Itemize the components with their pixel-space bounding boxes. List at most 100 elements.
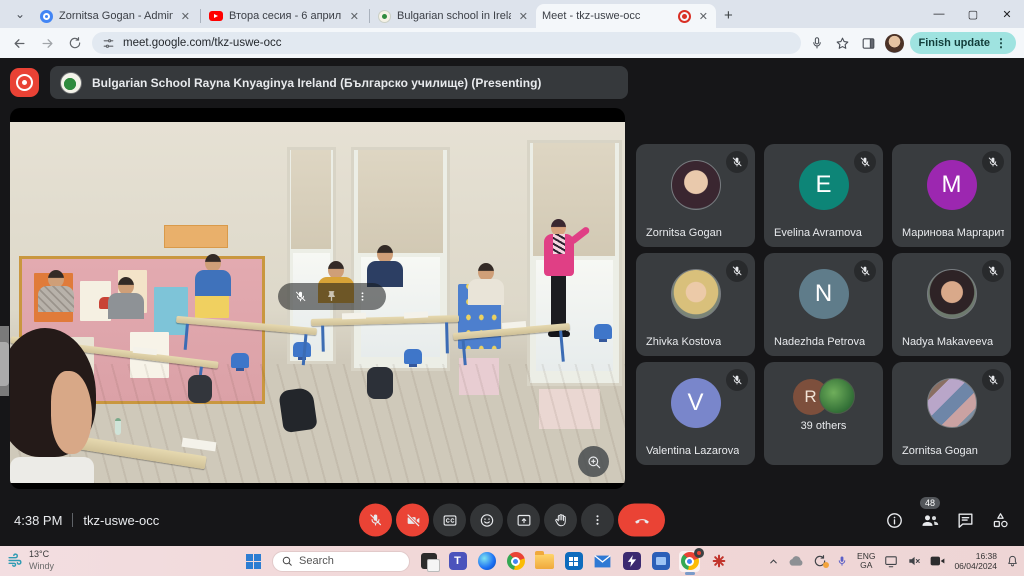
reload-button[interactable]: [64, 32, 86, 54]
main-video-tile[interactable]: [10, 108, 625, 489]
avatar-initial: N: [799, 269, 849, 319]
browser-profile-avatar[interactable]: [885, 34, 904, 53]
teacher-figure: [542, 219, 576, 337]
mic-off-icon: [854, 260, 876, 282]
left-edge-scroll-fragment: [0, 342, 9, 386]
avatar-initial: M: [927, 160, 977, 210]
participant-tile[interactable]: Zornitsa Gogan: [636, 144, 755, 247]
browser-toolbar: meet.google.com/tkz-uswe-occ Finish upda…: [0, 28, 1024, 58]
notifications-bell-icon[interactable]: [1006, 554, 1019, 568]
participant-tile[interactable]: Zhivka Kostova: [636, 253, 755, 356]
mail-app-icon[interactable]: [592, 551, 613, 572]
task-view-button[interactable]: [418, 551, 439, 572]
mic-toggle-button[interactable]: [359, 504, 392, 537]
file-explorer-icon[interactable]: [534, 551, 555, 572]
tab-admin-console[interactable]: Zornitsa Gogan - Admin Consol ✕: [34, 4, 198, 28]
camera-in-use-icon[interactable]: [930, 555, 945, 567]
tab-close-icon[interactable]: ✕: [348, 10, 361, 23]
student-figure: [38, 270, 74, 312]
end-call-button[interactable]: [618, 504, 665, 537]
mic-off-icon[interactable]: [294, 290, 307, 303]
chrome-app-icon[interactable]: [505, 551, 526, 572]
participant-tile[interactable]: Zornitsa Gogan: [892, 362, 1011, 465]
window-controls: — ▢ ✕: [922, 0, 1024, 28]
window-minimize-button[interactable]: —: [922, 0, 956, 28]
voice-search-icon[interactable]: [807, 33, 827, 53]
tab-youtube-session[interactable]: Втора сесия - 6 април от 17.30 ✕: [203, 4, 367, 28]
pin-icon[interactable]: [325, 290, 338, 303]
taskbar-search[interactable]: Search: [272, 551, 410, 572]
raise-hand-button[interactable]: [544, 504, 577, 537]
back-button[interactable]: [8, 32, 30, 54]
site-settings-icon[interactable]: [102, 37, 115, 50]
address-bar[interactable]: meet.google.com/tkz-uswe-occ: [92, 32, 801, 54]
sync-icon[interactable]: [813, 554, 827, 568]
window-maximize-button[interactable]: ▢: [956, 0, 990, 28]
tab-title: Zornitsa Gogan - Admin Consol: [59, 10, 173, 22]
zoom-in-button[interactable]: [578, 446, 609, 477]
microphone-in-use-icon[interactable]: [836, 555, 848, 567]
onedrive-icon[interactable]: [788, 555, 804, 567]
volume-muted-icon[interactable]: [907, 554, 921, 568]
tab-close-icon[interactable]: ✕: [179, 10, 192, 23]
chrome-active-app-icon[interactable]: [679, 551, 700, 572]
forward-button[interactable]: [36, 32, 58, 54]
avatar-photo: [927, 269, 977, 319]
new-tab-button[interactable]: +: [724, 7, 733, 24]
chat-panel-button[interactable]: [956, 511, 975, 530]
participant-tile[interactable]: E Evelina Avramova: [764, 144, 883, 247]
finish-update-button[interactable]: Finish update ⋮: [910, 32, 1017, 54]
teams-app-icon[interactable]: T: [447, 551, 468, 572]
window-close-button[interactable]: ✕: [990, 0, 1024, 28]
participant-tile[interactable]: Nadya Makaveeva: [892, 253, 1011, 356]
more-options-button[interactable]: [581, 504, 614, 537]
camera-toggle-button[interactable]: [396, 504, 429, 537]
others-count-label: 39 others: [764, 420, 883, 432]
scene-floor: [10, 364, 625, 483]
participant-name: Маринова Маргарита: [902, 227, 1004, 239]
overflow-participants-tile[interactable]: R 39 others: [764, 362, 883, 465]
scene-backpack: [367, 367, 393, 399]
participant-name: Evelina Avramova: [774, 227, 862, 239]
people-panel-button[interactable]: 48: [920, 510, 940, 530]
tab-close-icon[interactable]: ✕: [517, 10, 530, 23]
participant-tile[interactable]: V Valentina Lazarova: [636, 362, 755, 465]
taskbar-clock[interactable]: 16:38 06/04/2024: [954, 551, 997, 571]
presenting-banner[interactable]: Bulgarian School Rayna Knyaginya Ireland…: [50, 66, 628, 99]
more-options-icon[interactable]: [356, 290, 369, 303]
microsoft-store-icon[interactable]: [563, 551, 584, 572]
start-button[interactable]: [243, 551, 264, 572]
tab-meet-active[interactable]: Meet - tkz-uswe-occ ✕: [536, 4, 716, 28]
panel-buttons: 48: [885, 510, 1010, 530]
scene-poster-strip: [164, 225, 229, 248]
bookmark-star-icon[interactable]: [833, 33, 853, 53]
present-screen-button[interactable]: [507, 504, 540, 537]
participant-tile[interactable]: N Nadezhda Petrova: [764, 253, 883, 356]
tab-bulgarian-school[interactable]: Bulgarian school in Ireland Dub ✕: [372, 4, 536, 28]
weather-widget[interactable]: 13°C Windy: [7, 548, 54, 572]
browser-menu-icon[interactable]: ⋮: [995, 36, 1007, 50]
mic-off-icon: [854, 151, 876, 173]
meet-control-bar: 4:38 PM tkz-uswe-occ: [0, 494, 1024, 546]
language-indicator[interactable]: ENG GA: [857, 552, 875, 571]
captions-button[interactable]: [433, 504, 466, 537]
meeting-details-button[interactable]: [885, 511, 904, 530]
record-icon: [16, 74, 33, 91]
student-figure: [108, 277, 144, 319]
tab-search-chevron-icon[interactable]: ⌄: [8, 2, 32, 26]
remote-desktop-app-icon[interactable]: [650, 551, 671, 572]
display-icon[interactable]: [884, 555, 898, 568]
side-panel-icon[interactable]: [859, 33, 879, 53]
purple-app-icon[interactable]: [621, 551, 642, 572]
red-app-icon[interactable]: [708, 551, 729, 572]
mic-off-icon: [726, 260, 748, 282]
search-icon: [281, 555, 293, 567]
edge-app-icon[interactable]: [476, 551, 497, 572]
reactions-button[interactable]: [470, 504, 503, 537]
recording-button[interactable]: [10, 68, 39, 97]
participant-tile[interactable]: M Маринова Маргарита: [892, 144, 1011, 247]
hidden-icons-chevron[interactable]: [768, 556, 779, 567]
meeting-active-badge: [694, 548, 704, 558]
activities-button[interactable]: [991, 511, 1010, 530]
tab-close-icon[interactable]: ✕: [697, 10, 710, 23]
